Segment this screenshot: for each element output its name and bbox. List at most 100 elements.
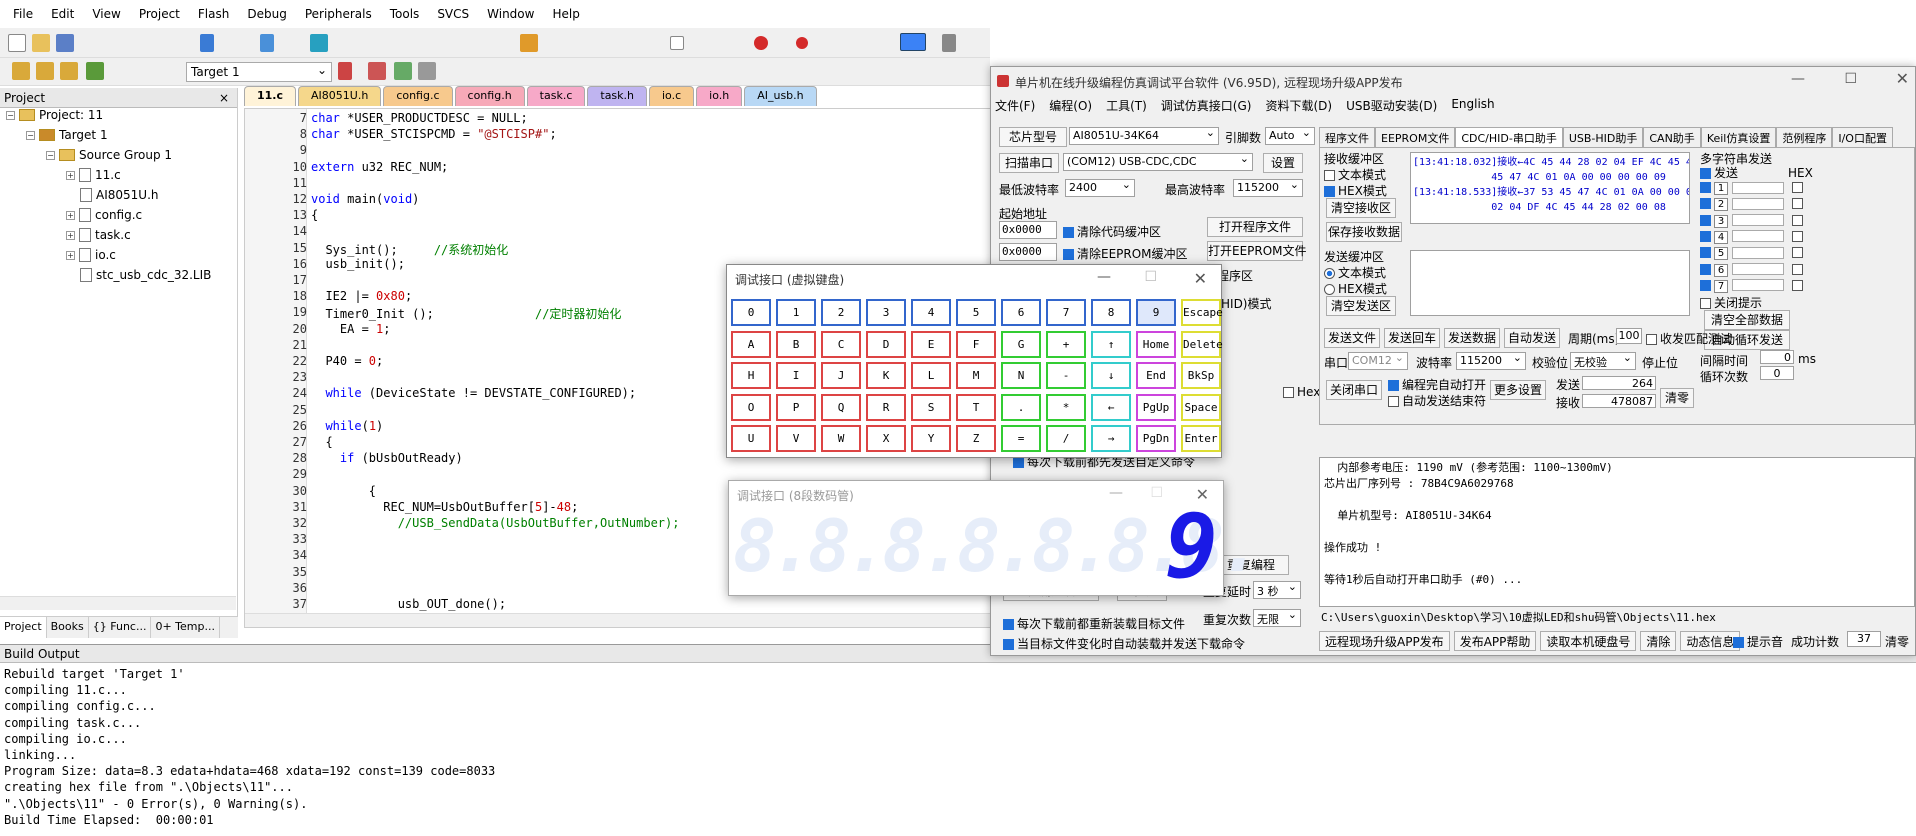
- send-buffer-box[interactable]: [1410, 250, 1690, 316]
- key-q[interactable]: Q: [821, 393, 861, 421]
- menu-item-file[interactable]: File: [4, 7, 42, 21]
- key-s[interactable]: S: [911, 393, 951, 421]
- key-h[interactable]: H: [731, 362, 771, 389]
- packs-icon[interactable]: [418, 62, 436, 80]
- key-enter[interactable]: Enter: [1181, 425, 1221, 452]
- key-8[interactable]: 8: [1091, 299, 1131, 326]
- wrench-icon[interactable]: [942, 34, 956, 52]
- serial-port-select[interactable]: COM12: [1348, 352, 1408, 370]
- open-program-button[interactable]: 打开程序文件: [1207, 217, 1303, 237]
- baud-select[interactable]: 115200: [1456, 352, 1526, 370]
- stc-tab[interactable]: CAN助手: [1643, 127, 1701, 147]
- key-a[interactable]: A: [731, 330, 771, 358]
- settings-button[interactable]: 设置: [1263, 153, 1303, 173]
- maximize-icon[interactable]: ☐: [1844, 71, 1857, 87]
- auto-end-check[interactable]: 自动发送结束符: [1388, 392, 1486, 409]
- key-0[interactable]: 0: [731, 299, 771, 326]
- stc-menu-item[interactable]: English: [1451, 97, 1494, 117]
- tab-file[interactable]: io.h: [696, 86, 743, 106]
- new-file-icon[interactable]: [8, 34, 26, 52]
- expand-icon[interactable]: +: [66, 230, 75, 240]
- key-3[interactable]: 3: [866, 299, 906, 326]
- back-icon[interactable]: [260, 34, 274, 52]
- menu-item-project[interactable]: Project: [130, 7, 189, 21]
- key-home[interactable]: Home: [1136, 330, 1176, 358]
- window-icon[interactable]: [900, 33, 926, 51]
- addr-input-code[interactable]: 0x0000: [999, 221, 1057, 239]
- key-p[interactable]: P: [776, 393, 816, 421]
- key-=[interactable]: =: [1001, 425, 1041, 452]
- stc-menu-item[interactable]: 资料下载(D): [1265, 97, 1332, 117]
- key-1[interactable]: 1: [776, 299, 816, 326]
- stc-tab[interactable]: I/O口配置: [1832, 127, 1893, 147]
- tab-file[interactable]: task.h: [587, 86, 647, 106]
- pins-select[interactable]: Auto: [1265, 127, 1315, 145]
- stc-bottom-button[interactable]: 动态信息: [1680, 631, 1741, 651]
- multi-row-input[interactable]: [1732, 230, 1784, 243]
- clear-all-button[interactable]: 清空全部数据: [1704, 310, 1790, 330]
- menu-item-svcs[interactable]: SVCS: [428, 7, 478, 21]
- key-r[interactable]: R: [866, 393, 906, 421]
- auto-open-check[interactable]: 编程完自动打开: [1388, 376, 1486, 393]
- key-space[interactable]: Space: [1181, 393, 1221, 421]
- key-g[interactable]: G: [1001, 330, 1041, 358]
- key-l[interactable]: L: [911, 362, 951, 389]
- multi-row-input[interactable]: [1732, 263, 1784, 275]
- minimize-icon[interactable]: —: [1109, 485, 1123, 501]
- tab-file[interactable]: 11.c: [244, 86, 297, 106]
- save-icon[interactable]: [56, 34, 74, 52]
- download-icon[interactable]: [86, 62, 104, 80]
- interval-input[interactable]: 0: [1760, 350, 1794, 364]
- key-end[interactable]: End: [1136, 362, 1176, 389]
- close-hint-check[interactable]: 关闭提示: [1700, 294, 1762, 311]
- max-baud-select[interactable]: 115200: [1233, 179, 1303, 197]
- send-return-button[interactable]: 发送回车: [1384, 328, 1440, 348]
- multi-send-row[interactable]: 7: [1700, 278, 1806, 293]
- key-escape[interactable]: Escape: [1181, 299, 1223, 326]
- multi-row-input[interactable]: [1732, 181, 1784, 194]
- stc-menu-item[interactable]: USB驱动安装(D): [1346, 97, 1437, 117]
- clear-code-check[interactable]: 清除代码缓冲区: [1063, 223, 1161, 240]
- stc-bottom-button[interactable]: 发布APP帮助: [1453, 631, 1537, 651]
- multi-send-row[interactable]: 4: [1700, 229, 1806, 244]
- addr-input-eeprom[interactable]: 0x0000: [999, 243, 1057, 261]
- rebuild-icon[interactable]: [60, 62, 78, 80]
- key-←[interactable]: ←: [1091, 393, 1131, 421]
- key-+[interactable]: +: [1046, 330, 1086, 358]
- tab-project[interactable]: Project: [0, 617, 47, 638]
- multi-send-row[interactable]: 1: [1700, 180, 1806, 195]
- key-→[interactable]: →: [1091, 425, 1131, 452]
- recv-buffer-box[interactable]: [13:41:18.032]接收←4C 45 44 28 02 04 EF 4C…: [1410, 152, 1690, 224]
- repeat-count-select[interactable]: 无限: [1253, 609, 1301, 627]
- repeat-delay-select[interactable]: 3 秒: [1253, 581, 1301, 599]
- save-recv-button[interactable]: 保存接收数据: [1326, 222, 1402, 242]
- recv-hex-mode[interactable]: HEX模式: [1324, 182, 1387, 199]
- stc-tab[interactable]: 程序文件: [1319, 127, 1375, 147]
- multi-send-row[interactable]: 3: [1700, 213, 1806, 228]
- key-5[interactable]: 5: [956, 299, 996, 326]
- key-6[interactable]: 6: [1001, 299, 1041, 326]
- send-hex-mode[interactable]: HEX模式: [1324, 280, 1387, 297]
- key-pgdn[interactable]: PgDn: [1136, 425, 1176, 452]
- search-dropdown[interactable]: [670, 36, 684, 50]
- tree-file[interactable]: + config.c: [66, 208, 142, 222]
- loop-input[interactable]: 0: [1760, 366, 1794, 380]
- tree-file[interactable]: +11.c: [66, 168, 121, 182]
- recv-text-mode[interactable]: 文本模式: [1324, 166, 1386, 183]
- hex-check[interactable]: Hex: [1283, 385, 1320, 399]
- tab-file[interactable]: config.h: [454, 86, 525, 106]
- expand-icon[interactable]: +: [66, 250, 75, 260]
- tab-file[interactable]: io.c: [649, 86, 695, 106]
- port-select[interactable]: (COM12) USB-CDC,CDC: [1063, 153, 1253, 171]
- tab-file[interactable]: AI_usb.h: [744, 86, 817, 106]
- expand-icon[interactable]: +: [66, 210, 75, 220]
- key-e[interactable]: E: [911, 330, 951, 358]
- sound-check[interactable]: 提示音: [1733, 633, 1783, 650]
- key--[interactable]: -: [1046, 362, 1086, 389]
- close-icon[interactable]: ✕: [1194, 269, 1207, 288]
- key-delete[interactable]: Delete: [1181, 330, 1223, 358]
- status-log[interactable]: 内部参考电压: 1190 mV (参考范围: 1100~1300mV) 芯片出厂序…: [1319, 457, 1915, 607]
- multi-row-input[interactable]: [1732, 214, 1784, 227]
- bookmark-icon[interactable]: [310, 34, 328, 52]
- find-icon[interactable]: [520, 34, 538, 52]
